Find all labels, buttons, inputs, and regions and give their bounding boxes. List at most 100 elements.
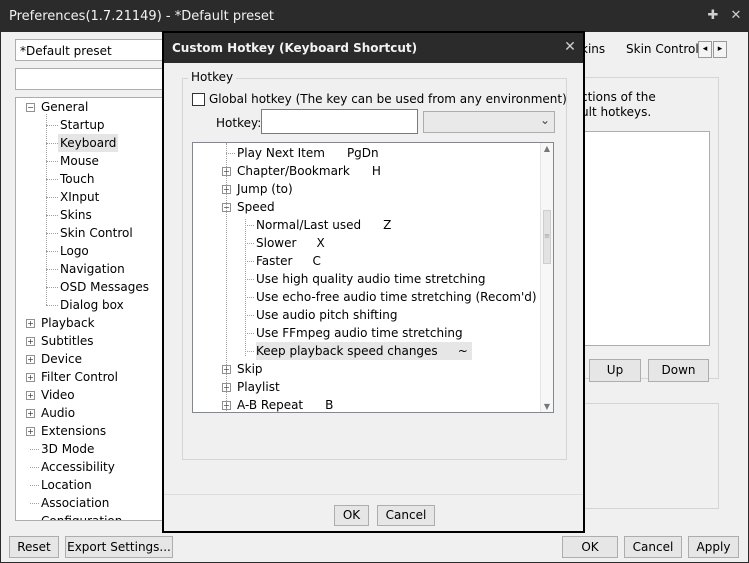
command-hotkey: H xyxy=(371,164,381,178)
expand-icon[interactable]: + xyxy=(26,427,35,436)
tree-connector-line xyxy=(245,333,254,334)
command-label: Use echo-free audio time stretching (Rec… xyxy=(256,290,537,304)
command-label: Use FFmpeg audio time stretching xyxy=(256,326,463,340)
command-tree-scrollbar[interactable]: ▲ ≡ ▼ xyxy=(540,143,553,412)
reset-button[interactable]: Reset xyxy=(9,536,59,558)
hotkey-description: ctions of the ult hotkeys. xyxy=(581,90,656,120)
ok-button[interactable]: OK xyxy=(562,536,618,558)
hotkey-input[interactable] xyxy=(261,109,418,134)
tree-item-audio[interactable]: Audio xyxy=(41,404,75,422)
hotkey-group-label: Hotkey xyxy=(188,70,237,84)
expand-icon[interactable]: + xyxy=(26,409,35,418)
command-item[interactable]: Jump (to) xyxy=(237,180,293,198)
tree-item-startup[interactable]: Startup xyxy=(60,116,105,134)
tree-item-configuration[interactable]: Configuration xyxy=(41,512,122,520)
tree-connector-line xyxy=(245,261,254,262)
tree-connector-line xyxy=(226,153,235,154)
command-item[interactable]: Skip xyxy=(237,360,263,378)
tree-item-device[interactable]: Device xyxy=(41,350,82,368)
lower-panel xyxy=(581,403,719,509)
expand-icon[interactable]: + xyxy=(26,355,35,364)
apply-button[interactable]: Apply xyxy=(688,536,739,558)
tree-item-video[interactable]: Video xyxy=(41,386,75,404)
tree-connector-line xyxy=(245,315,254,316)
command-item[interactable]: Slower X xyxy=(256,234,325,252)
hotkey-field-label: Hotkey: xyxy=(216,116,262,130)
tree-connector-line xyxy=(30,449,39,450)
command-item[interactable]: Use audio pitch shifting xyxy=(256,306,397,324)
command-item[interactable]: Use echo-free audio time stretching (Rec… xyxy=(256,288,537,306)
scroll-up-icon[interactable]: ▲ xyxy=(541,144,553,153)
hotkey-list[interactable] xyxy=(581,131,710,346)
expand-icon[interactable]: + xyxy=(26,319,35,328)
command-item[interactable]: Use high quality audio time stretching xyxy=(256,270,486,288)
command-item[interactable]: Use FFmpeg audio time stretching xyxy=(256,324,463,342)
export-settings-button[interactable]: Export Settings... xyxy=(65,536,173,558)
preset-value: *Default preset xyxy=(20,44,112,58)
tree-item-mouse[interactable]: Mouse xyxy=(60,152,99,170)
dialog-cancel-button[interactable]: Cancel xyxy=(377,505,435,526)
tree-item-playback[interactable]: Playback xyxy=(41,314,95,332)
window-title: Preferences(1.7.21149) - *Default preset xyxy=(9,9,275,24)
command-label: A-B Repeat xyxy=(237,398,304,412)
tree-item-skin-control[interactable]: Skin Control xyxy=(60,224,133,242)
tree-item-touch[interactable]: Touch xyxy=(60,170,94,188)
tree-item-subtitles[interactable]: Subtitles xyxy=(41,332,94,350)
up-button[interactable]: Up xyxy=(589,359,641,382)
hotkey-extra-select[interactable]: ⌄ xyxy=(423,111,555,133)
description-line: ult hotkeys. xyxy=(581,105,652,119)
command-item[interactable]: Play Next Item PgDn xyxy=(237,144,379,162)
dialog-close-icon[interactable]: ✕ xyxy=(562,39,578,55)
tree-connector-line xyxy=(30,467,39,468)
expand-icon[interactable]: + xyxy=(26,391,35,400)
down-button[interactable]: Down xyxy=(648,359,709,382)
command-item[interactable]: Faster C xyxy=(256,252,321,270)
global-hotkey-label[interactable]: Global hotkey (The key can be used from … xyxy=(209,92,567,106)
settings-tree[interactable]: − General Startup Keyboard Mouse Touch XInput S… xyxy=(15,97,185,521)
tree-item-dialog-box[interactable]: Dialog box xyxy=(60,296,124,314)
custom-hotkey-dialog: Custom Hotkey (Keyboard Shortcut) ✕ Hotk… xyxy=(162,31,585,533)
expand-icon[interactable]: + xyxy=(26,373,35,382)
command-item[interactable]: Normal/Last used Z xyxy=(256,216,391,234)
tree-item-keyboard[interactable]: Keyboard xyxy=(58,134,119,152)
command-label: Playlist xyxy=(237,380,280,394)
description-line: ctions of the xyxy=(581,90,656,104)
tree-connector-line xyxy=(245,219,246,356)
tab-scroll-right-icon[interactable]: ▸ xyxy=(713,41,727,58)
search-input[interactable] xyxy=(15,68,185,90)
command-item[interactable]: Keep playback speed changes ~ xyxy=(256,342,472,360)
tree-item-location[interactable]: Location xyxy=(41,476,92,494)
tree-item-3d-mode[interactable]: 3D Mode xyxy=(41,440,94,458)
tree-item-osd-messages[interactable]: OSD Messages xyxy=(60,278,149,296)
scroll-thumb[interactable]: ≡ xyxy=(543,210,551,264)
scroll-down-icon[interactable]: ▼ xyxy=(541,402,553,411)
tree-item-filter-control[interactable]: Filter Control xyxy=(41,368,118,386)
command-label: Skip xyxy=(237,362,263,376)
cancel-button[interactable]: Cancel xyxy=(624,536,682,558)
preset-dropdown[interactable]: *Default preset xyxy=(15,39,185,61)
tree-item-skins[interactable]: Skins xyxy=(60,206,92,224)
collapse-icon[interactable]: − xyxy=(26,103,35,112)
tree-connector-line xyxy=(30,503,39,504)
dialog-ok-button[interactable]: OK xyxy=(334,505,369,526)
command-item[interactable]: A-B Repeat B xyxy=(237,396,333,412)
tree-connector-line xyxy=(46,125,58,126)
command-tree[interactable]: Play Next Item PgDn + Chapter/Bookmark H + Jum… xyxy=(192,142,554,413)
tree-item-general[interactable]: General xyxy=(41,98,88,116)
tab-skin-control[interactable]: Skin Control xyxy=(626,42,699,56)
tab-scroll-left-icon[interactable]: ◂ xyxy=(698,41,712,58)
tree-item-accessibility[interactable]: Accessibility xyxy=(41,458,115,476)
global-hotkey-checkbox[interactable] xyxy=(192,93,205,106)
pin-icon[interactable]: ✚ xyxy=(704,7,722,25)
command-item[interactable]: Playlist xyxy=(237,378,280,396)
tree-item-navigation[interactable]: Navigation xyxy=(60,260,125,278)
close-icon[interactable]: ✕ xyxy=(727,7,745,25)
command-item[interactable]: Speed xyxy=(237,198,275,216)
expand-icon[interactable]: + xyxy=(26,337,35,346)
command-item[interactable]: Chapter/Bookmark H xyxy=(237,162,381,180)
tree-item-logo[interactable]: Logo xyxy=(60,242,89,260)
tree-connector-line xyxy=(245,279,254,280)
tree-item-xinput[interactable]: XInput xyxy=(60,188,99,206)
tree-item-association[interactable]: Association xyxy=(41,494,109,512)
tree-item-extensions[interactable]: Extensions xyxy=(41,422,106,440)
